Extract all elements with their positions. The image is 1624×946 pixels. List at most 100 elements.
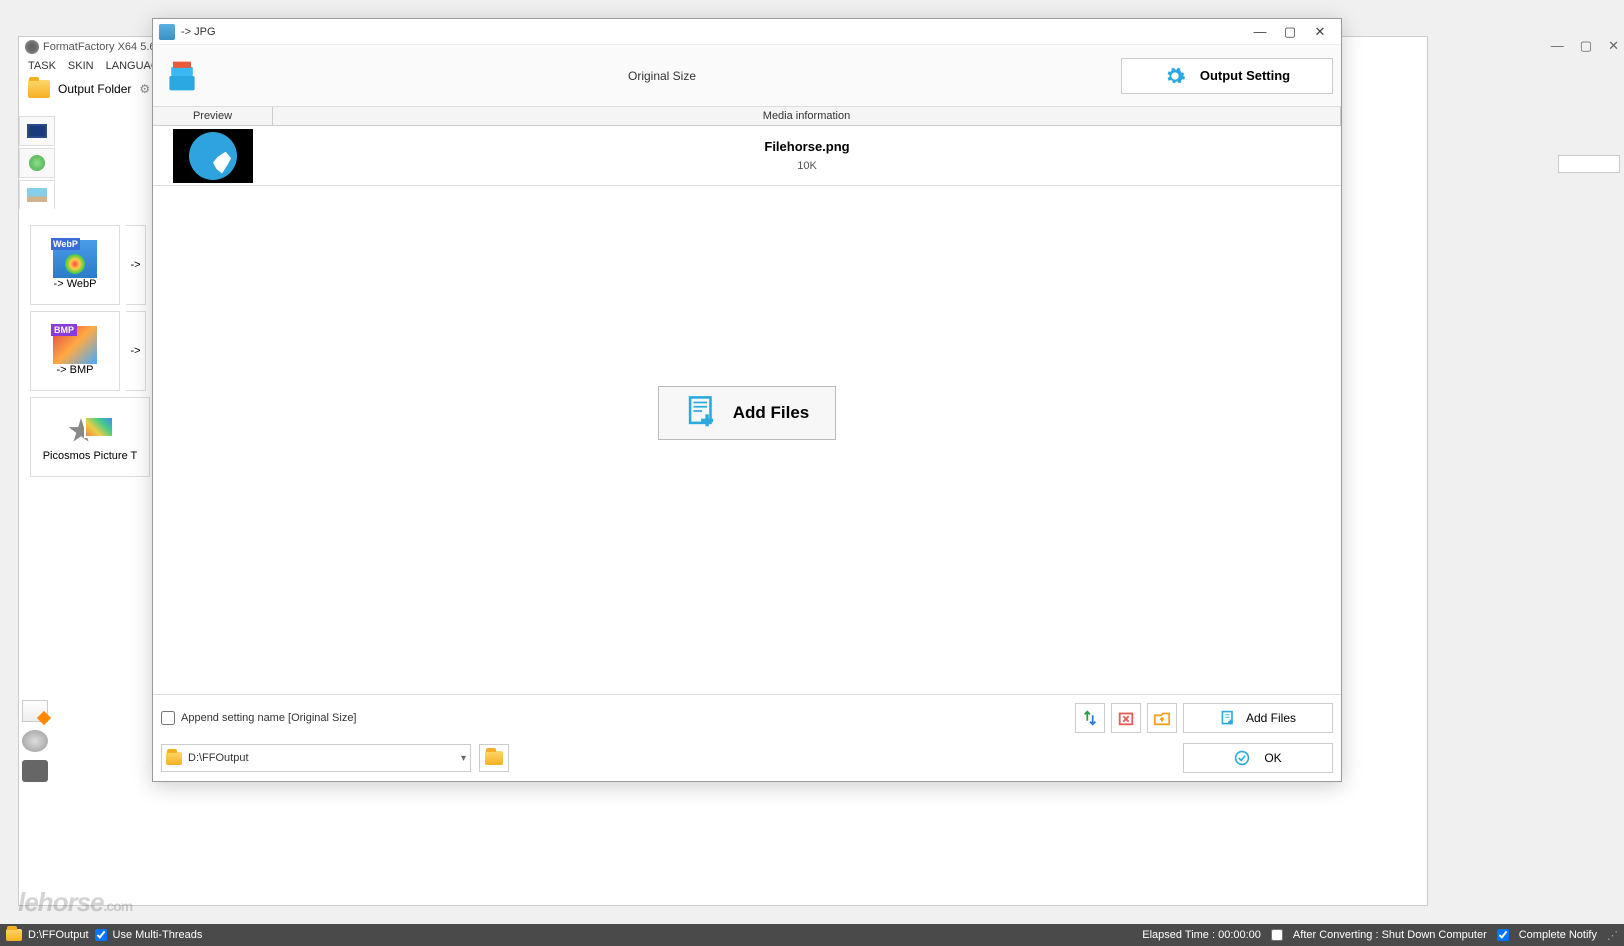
notify-checkbox[interactable] (1497, 929, 1509, 941)
ok-button[interactable]: OK (1183, 743, 1333, 773)
append-setting-group: Append setting name [Original Size] (161, 711, 1069, 725)
convert-dialog: -> JPG — ▢ ✕ Original Size Output Settin… (152, 18, 1342, 782)
folder-up-icon (1153, 709, 1171, 727)
dialog-titlebar: -> JPG — ▢ ✕ (153, 19, 1341, 45)
format-label: -> (130, 259, 140, 271)
remove-icon (1117, 709, 1135, 727)
file-row[interactable]: Filehorse.png 10K (153, 126, 1341, 186)
gear-icon (1164, 65, 1186, 87)
format-label: -> (130, 345, 140, 357)
footer-row-2: D:\FFOutput ▾ OK (161, 743, 1333, 773)
file-thumbnail (173, 129, 253, 183)
move-up-down-button[interactable] (1075, 703, 1105, 733)
format-webp[interactable]: WebP -> WebP (30, 225, 120, 305)
minimize-button[interactable]: — (1245, 21, 1275, 43)
elapsed-time: Elapsed Time : 00:00:00 (1142, 929, 1261, 941)
menu-task[interactable]: TASK (28, 60, 56, 72)
add-files-big-label: Add Files (733, 403, 810, 423)
multithreads-checkbox[interactable] (95, 929, 107, 941)
add-files-button[interactable]: Add Files (1183, 703, 1333, 733)
format-hidden-2[interactable]: -> (126, 311, 146, 391)
main-toolbar: Output Folder ⚙ (28, 80, 150, 98)
file-name: Filehorse.png (764, 139, 849, 154)
format-label: -> BMP (57, 364, 94, 376)
folder-icon[interactable] (28, 80, 50, 98)
file-size: 10K (797, 160, 817, 172)
formatfactory-icon (25, 40, 39, 54)
arrows-icon (1081, 709, 1099, 727)
sidebar-bottom-icons (22, 700, 48, 782)
status-path[interactable]: D:\FFOutput (28, 929, 89, 941)
file-thumbnail-cell (153, 126, 273, 185)
file-list-body: Filehorse.png 10K Add Files (153, 126, 1341, 694)
file-list-header: Preview Media information (153, 107, 1341, 126)
results-header-fragment (1558, 155, 1620, 173)
main-title: FormatFactory X64 5.6 (43, 41, 156, 53)
profile-name: Original Size (203, 69, 1121, 83)
folder-icon (166, 752, 182, 765)
ok-label: OK (1264, 751, 1281, 765)
menu-skin[interactable]: SKIN (68, 60, 94, 72)
remove-button[interactable] (1111, 703, 1141, 733)
output-path-combo[interactable]: D:\FFOutput ▾ (161, 744, 471, 772)
add-files-label: Add Files (1246, 711, 1296, 725)
output-path-text: D:\FFOutput (188, 752, 249, 764)
main-window-controls: — ▢ ✕ (1551, 38, 1619, 54)
clear-button[interactable] (1147, 703, 1177, 733)
check-circle-icon (1234, 750, 1250, 766)
bmp-icon: BMP (53, 326, 97, 364)
rom-device-icon[interactable] (22, 730, 48, 752)
maximize-icon[interactable]: ▢ (1580, 38, 1592, 54)
dialog-footer: Append setting name [Original Size] Add … (153, 694, 1341, 781)
resize-grip-icon[interactable]: ⋰ (1607, 929, 1618, 942)
picture-icon (27, 188, 47, 202)
video-tab[interactable] (19, 116, 55, 146)
toolbox-icon[interactable] (22, 760, 48, 782)
output-folder-label[interactable]: Output Folder (58, 82, 131, 96)
output-setting-label: Output Setting (1200, 68, 1290, 83)
column-preview[interactable]: Preview (153, 107, 273, 125)
watermark: lehorse.com (18, 887, 132, 918)
music-icon (29, 155, 45, 171)
add-file-small-icon (1220, 710, 1236, 726)
document-icon[interactable] (22, 700, 48, 722)
add-files-big-button[interactable]: Add Files (658, 386, 836, 440)
main-menu: TASK SKIN LANGUAG (28, 60, 159, 72)
chevron-down-icon: ▾ (461, 753, 466, 764)
audio-tab[interactable] (19, 148, 55, 178)
column-media-info[interactable]: Media information (273, 107, 1341, 125)
browse-button[interactable] (479, 744, 509, 772)
picture-tab[interactable] (19, 180, 55, 210)
picosmos-icon (68, 412, 112, 450)
format-bmp[interactable]: BMP -> BMP (30, 311, 120, 391)
minimize-icon[interactable]: — (1551, 38, 1564, 54)
status-left: D:\FFOutput Use Multi-Threads (6, 929, 202, 941)
append-setting-label: Append setting name [Original Size] (181, 712, 357, 724)
folder-icon (485, 751, 503, 765)
format-label: Picosmos Picture T (43, 450, 138, 462)
shutdown-label: After Converting : Shut Down Computer (1293, 929, 1487, 941)
maximize-button[interactable]: ▢ (1275, 21, 1305, 43)
shutdown-checkbox[interactable] (1271, 929, 1283, 941)
file-info-cell: Filehorse.png 10K (273, 126, 1341, 185)
close-icon[interactable]: ✕ (1608, 38, 1619, 54)
webp-icon: WebP (53, 240, 97, 278)
close-button[interactable]: ✕ (1305, 21, 1335, 43)
append-setting-checkbox[interactable] (161, 711, 175, 725)
format-hidden-1[interactable]: -> (126, 225, 146, 305)
options-icon[interactable]: ⚙ (139, 82, 150, 96)
dialog-title: -> JPG (181, 26, 216, 38)
picosmos-tools[interactable]: Picosmos Picture T (30, 397, 150, 477)
multithreads-label: Use Multi-Threads (113, 929, 203, 941)
add-file-icon (685, 394, 719, 433)
folder-icon[interactable] (6, 929, 22, 941)
status-bar: D:\FFOutput Use Multi-Threads Elapsed Ti… (0, 924, 1624, 946)
category-sidebar (18, 115, 58, 211)
profile-icon[interactable] (161, 57, 203, 95)
dialog-toolbar: Original Size Output Setting (153, 45, 1341, 107)
status-right: Elapsed Time : 00:00:00 After Converting… (1142, 929, 1618, 942)
format-label: -> WebP (54, 278, 97, 290)
jpg-icon (159, 24, 175, 40)
film-icon (27, 124, 47, 138)
output-setting-button[interactable]: Output Setting (1121, 58, 1333, 94)
